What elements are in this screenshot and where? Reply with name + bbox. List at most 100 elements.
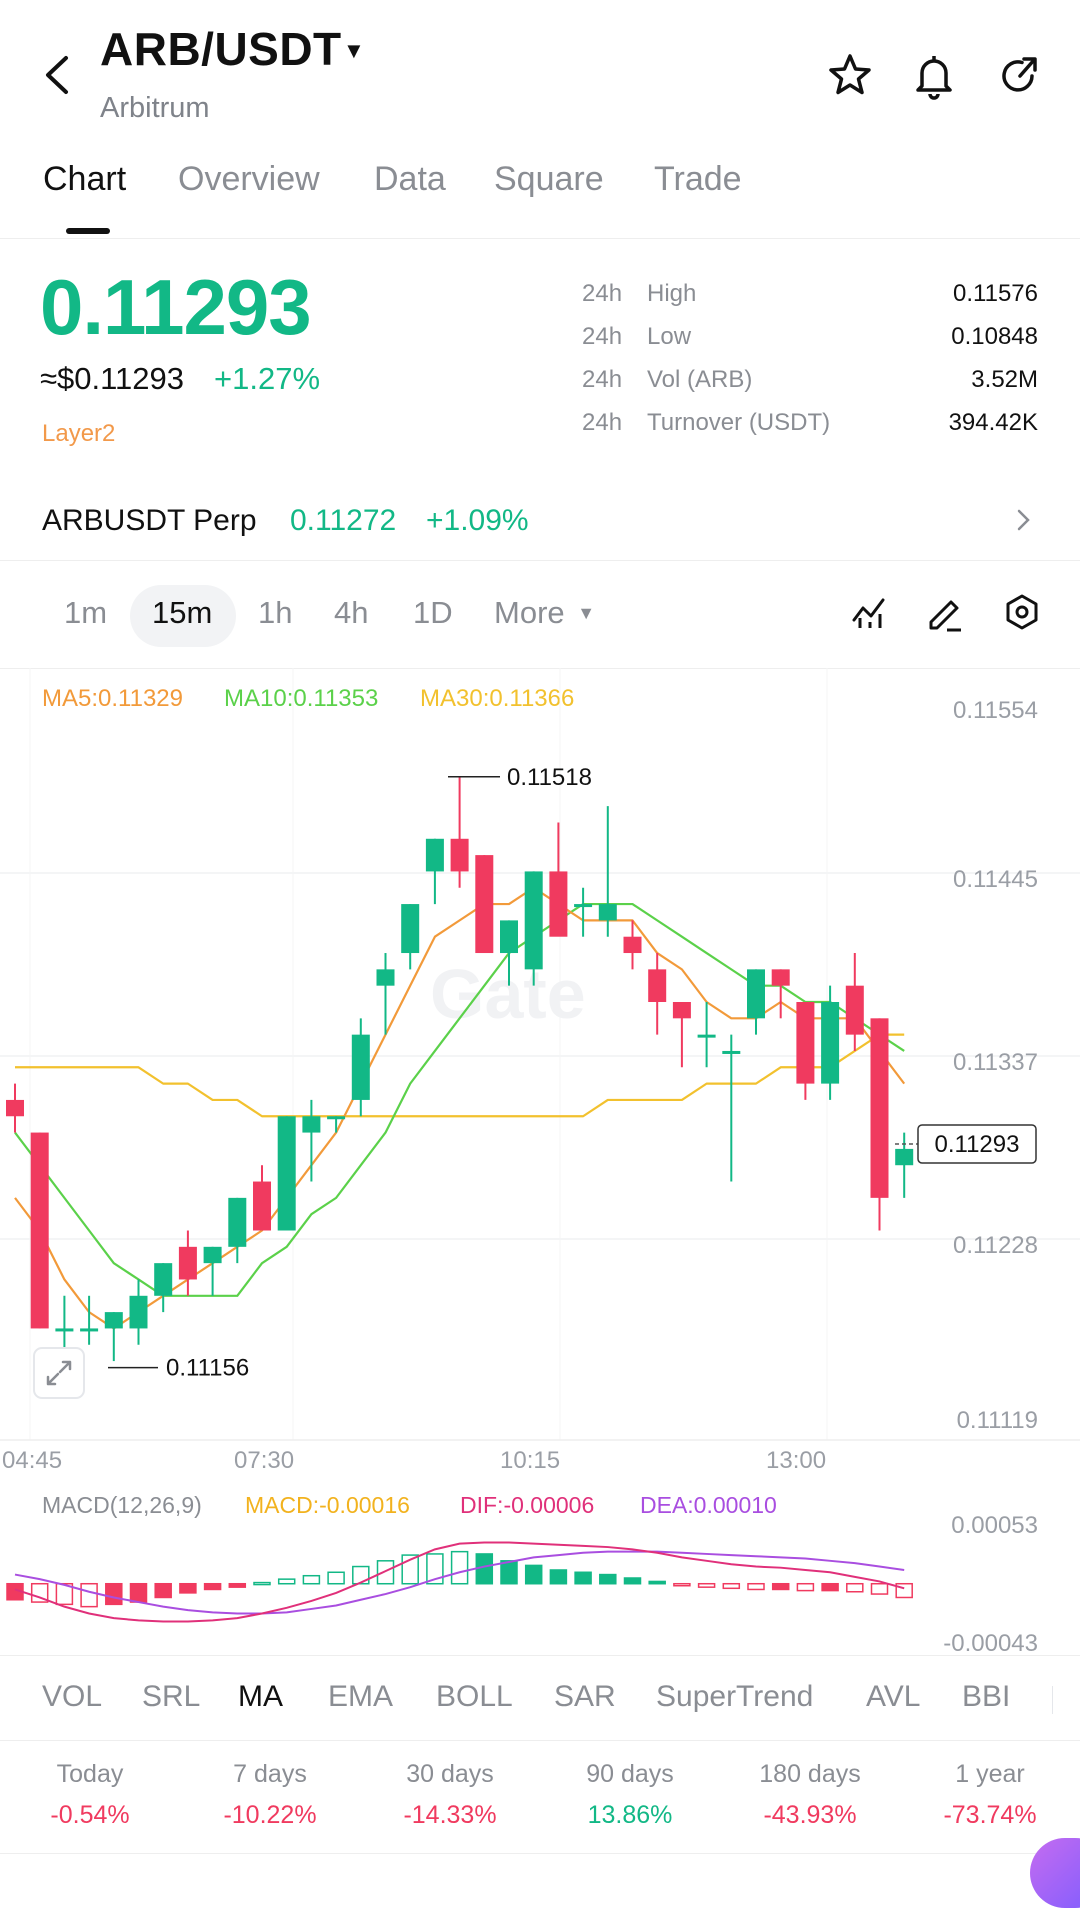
- stat-period: 24h: [582, 409, 623, 436]
- stat-label: Low: [647, 323, 692, 350]
- perp-name: ARBUSDT Perp: [42, 504, 257, 537]
- pair-title[interactable]: ARB/USDT: [100, 22, 342, 76]
- interval-4h[interactable]: 4h: [334, 595, 368, 631]
- stat-period: 24h: [582, 280, 623, 307]
- stat-value: 0.11576: [953, 280, 1038, 307]
- macd-histogram-bar: [376, 1560, 395, 1585]
- candle-up: [228, 1197, 247, 1247]
- perp-price: 0.11272: [290, 504, 397, 537]
- candle-down: [771, 969, 790, 986]
- candle-up: [80, 1328, 99, 1332]
- interval-1d[interactable]: 1D: [413, 595, 453, 631]
- indicator-ma[interactable]: MA: [238, 1680, 283, 1714]
- indicator-boll[interactable]: BOLL: [436, 1680, 513, 1714]
- candle-down: [648, 969, 667, 1002]
- share-icon[interactable]: [992, 50, 1044, 102]
- candlestick-chart[interactable]: Gate 0.11554 0.11445 0.11337 0.11228 0.11119…: [0, 668, 1080, 1478]
- stat-row-turnover: 24h Turnover (USDT) 394.42K: [582, 409, 1038, 449]
- candle-down: [253, 1181, 271, 1231]
- interval-more[interactable]: More ▼: [494, 595, 595, 631]
- candle-up: [574, 904, 593, 908]
- stat-value: 3.52M: [971, 366, 1038, 393]
- tab-chart[interactable]: Chart: [43, 160, 126, 199]
- macd-histogram-bar: [821, 1582, 839, 1592]
- ma5-line: [14, 886, 906, 1330]
- macd-histogram-bar: [549, 1569, 568, 1585]
- settings-hex-icon[interactable]: [1002, 592, 1042, 637]
- caret-down-icon[interactable]: ▼: [343, 38, 365, 64]
- header: ARB/USDT ▼ Arbitrum: [0, 0, 1080, 130]
- perp-change: +1.09%: [426, 504, 529, 537]
- candle-down: [178, 1246, 197, 1280]
- candle-up: [129, 1295, 148, 1329]
- candle-up: [327, 1116, 346, 1120]
- caret-down-icon: ▼: [577, 603, 596, 623]
- tab-data[interactable]: Data: [374, 160, 446, 199]
- perf-7d: 7 days -10.22%: [195, 1760, 345, 1830]
- stat-label: High: [647, 280, 697, 307]
- macd-histogram-bar: [796, 1582, 815, 1592]
- tab-square[interactable]: Square: [494, 160, 604, 199]
- candle-up: [302, 1116, 321, 1133]
- indicator-supertrend[interactable]: SuperTrend: [656, 1680, 813, 1714]
- more-label: More: [494, 595, 565, 630]
- star-icon[interactable]: [824, 50, 876, 102]
- candle-up: [821, 1002, 840, 1084]
- perf-30d: 30 days -14.33%: [375, 1760, 525, 1830]
- macd-axis-bottom: -0.00043: [943, 1630, 1038, 1657]
- indicator-bbi[interactable]: BBI: [962, 1680, 1010, 1714]
- macd-histogram-bar: [846, 1582, 864, 1593]
- stat-label: Turnover (USDT): [647, 409, 831, 436]
- active-tab-indicator: [66, 228, 110, 234]
- perf-value: 13.86%: [587, 1801, 673, 1829]
- usd-price: ≈$0.11293: [40, 361, 185, 396]
- perp-row[interactable]: ARBUSDT Perp 0.11272 +1.09%: [0, 496, 1080, 566]
- macd-histogram-bar: [105, 1582, 123, 1606]
- perf-label: 30 days: [406, 1760, 494, 1788]
- category-tag[interactable]: Layer2: [42, 420, 115, 448]
- candle-down: [796, 1002, 815, 1084]
- interval-15m[interactable]: 15m: [152, 595, 212, 631]
- perf-label: 180 days: [759, 1760, 861, 1788]
- stat-label: Vol (ARB): [647, 366, 753, 393]
- candle-up: [104, 1312, 123, 1329]
- indicator-avl[interactable]: AVL: [866, 1680, 920, 1714]
- candle-up: [697, 1034, 716, 1038]
- max-price-label: 0.11518: [507, 764, 592, 791]
- macd-histogram-bar: [648, 1580, 666, 1585]
- perf-value: -43.93%: [763, 1801, 857, 1829]
- fullscreen-icon[interactable]: [33, 1347, 85, 1399]
- interval-1h[interactable]: 1h: [258, 595, 292, 631]
- divider: [0, 1655, 1080, 1656]
- macd-histogram-bar: [302, 1574, 321, 1585]
- min-price-label: 0.11156: [166, 1355, 249, 1382]
- macd-histogram-bar: [673, 1582, 691, 1587]
- time-axis-label: 10:15: [500, 1447, 560, 1474]
- tab-trade[interactable]: Trade: [654, 160, 742, 199]
- bell-icon[interactable]: [908, 50, 960, 102]
- divider: [0, 560, 1080, 561]
- draw-pencil-icon[interactable]: [925, 592, 965, 637]
- candle-up: [524, 871, 543, 970]
- floating-action-button[interactable]: [1030, 1838, 1080, 1908]
- interval-1m[interactable]: 1m: [64, 595, 107, 631]
- indicator-vol[interactable]: VOL: [42, 1680, 102, 1714]
- macd-histogram-bar: [352, 1565, 370, 1585]
- stat-value: 0.10848: [951, 323, 1038, 350]
- stat-row-vol: 24h Vol (ARB) 3.52M: [582, 366, 1038, 406]
- dea-value: DEA:0.00010: [640, 1492, 777, 1518]
- indicator-sar[interactable]: SAR: [554, 1680, 616, 1714]
- macd-histogram-bar: [599, 1573, 617, 1585]
- macd-histogram-bar: [277, 1578, 296, 1585]
- perf-90d: 90 days 13.86%: [555, 1760, 705, 1830]
- indicator-ema[interactable]: EMA: [328, 1680, 393, 1714]
- indicator-icon[interactable]: [850, 592, 890, 637]
- indicator-srl[interactable]: SRL: [142, 1680, 200, 1714]
- ma30-line: [15, 1033, 905, 1118]
- tab-overview[interactable]: Overview: [178, 160, 320, 199]
- candle-down: [549, 871, 568, 937]
- last-price: 0.11293: [40, 263, 312, 351]
- back-icon[interactable]: [38, 50, 78, 100]
- macd-histogram-bar: [500, 1560, 518, 1585]
- candle-down: [870, 1018, 889, 1198]
